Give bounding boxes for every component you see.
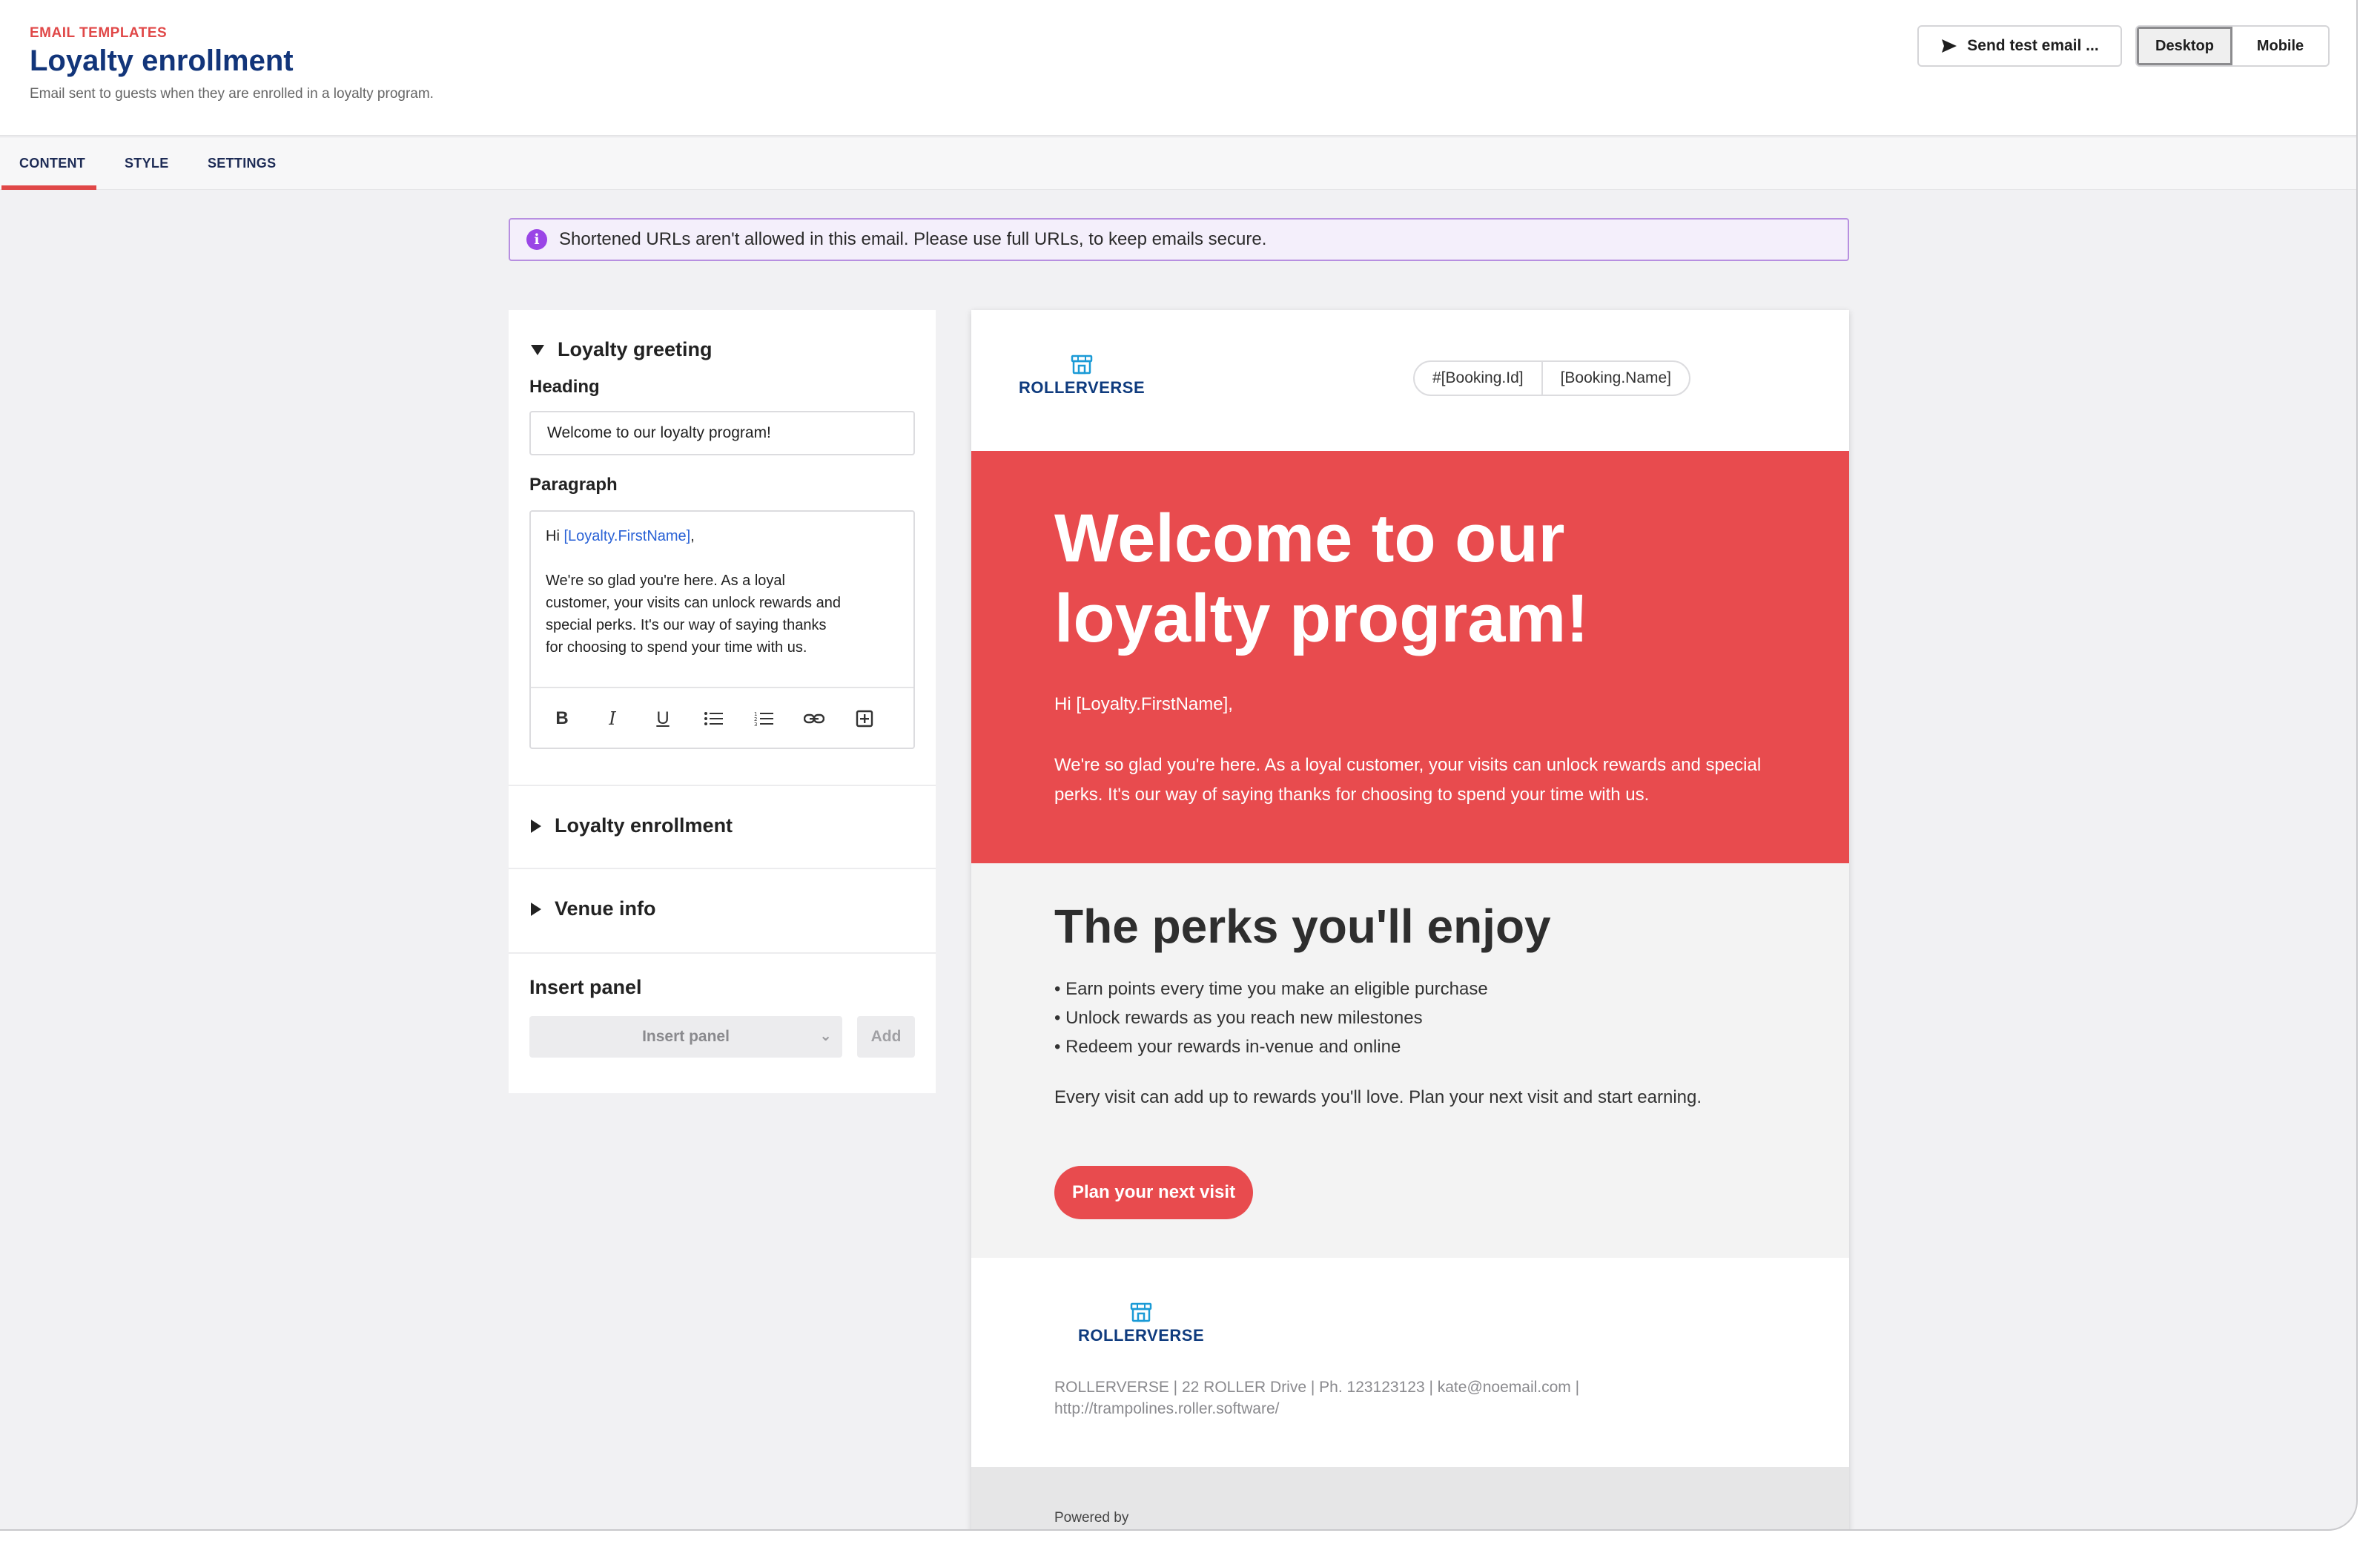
info-icon: i — [526, 229, 547, 250]
brand-name: ROLLERVERSE — [1019, 378, 1146, 397]
page-subtitle: Email sent to guests when they are enrol… — [30, 86, 434, 102]
insert-panel-placeholder: Insert panel — [642, 1028, 730, 1045]
chevron-down-icon: ⌄ — [819, 1028, 832, 1044]
greeting-prefix: Hi — [546, 528, 564, 544]
storefront-icon — [1071, 355, 1093, 375]
send-test-email-button[interactable]: Send test email ... — [1917, 25, 2122, 67]
breadcrumb[interactable]: EMAIL TEMPLATES — [30, 25, 167, 42]
send-icon — [1942, 39, 1957, 53]
mobile-view-button[interactable]: Mobile — [2232, 27, 2328, 65]
paragraph-label: Paragraph — [529, 475, 618, 495]
underline-icon[interactable]: U — [652, 708, 673, 729]
tab-style[interactable]: STYLE — [125, 156, 169, 171]
section-divider — [509, 952, 936, 954]
bulleted-list-icon[interactable] — [703, 708, 724, 729]
add-panel-button[interactable]: Add — [857, 1016, 915, 1058]
hero-section: Welcome to our loyalty program! Hi [Loya… — [971, 451, 1849, 863]
email-preview: ROLLERVERSE #[Booking.Id] [Booking.Name]… — [971, 310, 1849, 1529]
app-window: EMAIL TEMPLATES Loyalty enrollment Email… — [0, 0, 2358, 1531]
desktop-view-button[interactable]: Desktop — [2137, 27, 2232, 65]
list-item: • Redeem your rewards in-venue and onlin… — [1054, 1037, 1401, 1057]
heading-input[interactable]: Welcome to our loyalty program! — [529, 411, 915, 455]
greeting-suffix: , — [690, 528, 695, 544]
tab-content[interactable]: CONTENT — [19, 156, 85, 171]
active-tab-indicator — [1, 185, 96, 190]
brand-name: ROLLERVERSE — [1078, 1326, 1205, 1345]
rich-text-toolbar: B I U 123 — [531, 687, 913, 749]
svg-text:3: 3 — [754, 722, 757, 727]
merge-token[interactable]: [Loyalty.FirstName] — [563, 528, 690, 544]
section-loyalty-greeting[interactable]: Loyalty greeting — [531, 338, 713, 361]
section-title: Loyalty greeting — [558, 338, 713, 360]
brand-logo: ROLLERVERSE — [1019, 355, 1145, 398]
perks-followup: Every visit can add up to rewards you'll… — [1054, 1087, 1702, 1107]
paragraph-text[interactable]: Hi [Loyalty.FirstName], We're so glad yo… — [546, 525, 865, 659]
footer-address: ROLLERVERSE | 22 ROLLER Drive | Ph. 1231… — [1054, 1379, 1580, 1417]
page-title: Loyalty enrollment — [30, 44, 294, 77]
hero-heading: Welcome to our loyalty program! — [1054, 501, 1589, 656]
italic-icon[interactable]: I — [602, 708, 623, 729]
section-divider — [509, 868, 936, 869]
powered-by-band: Powered by — [971, 1467, 1849, 1529]
tab-bar: CONTENT STYLE SETTINGS — [0, 138, 2356, 190]
section-title: Venue info — [555, 897, 656, 920]
view-toggle: Desktop Mobile — [2135, 25, 2330, 67]
paragraph-line: for choosing to spend your time with us. — [546, 639, 807, 656]
caret-right-icon — [531, 902, 541, 916]
section-venue-info[interactable]: Venue info — [531, 897, 656, 920]
link-icon[interactable] — [804, 708, 824, 729]
caret-down-icon — [531, 344, 544, 355]
bold-icon[interactable]: B — [552, 708, 572, 729]
storefront-icon — [1130, 1302, 1152, 1322]
url-notice: i Shortened URLs aren't allowed in this … — [509, 218, 1849, 261]
powered-by-text: Powered by — [1054, 1510, 1129, 1526]
list-item: • Earn points every time you make an eli… — [1054, 979, 1488, 999]
booking-tokens: #[Booking.Id] [Booking.Name] — [1413, 360, 1691, 396]
tab-settings[interactable]: SETTINGS — [208, 156, 276, 171]
email-footer: ROLLERVERSE ROLLERVERSE | 22 ROLLER Driv… — [971, 1258, 1849, 1467]
caret-right-icon — [531, 819, 541, 833]
paragraph-line: We're so glad you're here. As a loyal — [546, 573, 785, 589]
perks-section: The perks you'll enjoy • Earn points eve… — [971, 863, 1849, 1258]
list-item: • Unlock rewards as you reach new milest… — [1054, 1008, 1423, 1028]
insert-panel-label: Insert panel — [529, 976, 642, 998]
insert-panel-select[interactable]: Insert panel ⌄ — [529, 1016, 842, 1058]
heading-label: Heading — [529, 377, 600, 397]
send-test-email-label: Send test email ... — [1967, 37, 2099, 54]
page-header: EMAIL TEMPLATES Loyalty enrollment Email… — [0, 0, 2356, 136]
perks-list: • Earn points every time you make an eli… — [1054, 975, 1488, 1061]
editor-panel: Loyalty greeting Heading Welcome to our … — [509, 310, 936, 1093]
section-loyalty-enrollment[interactable]: Loyalty enrollment — [531, 814, 733, 837]
notice-text: Shortened URLs aren't allowed in this em… — [559, 229, 1267, 249]
section-divider — [509, 785, 936, 786]
section-title: Loyalty enrollment — [555, 814, 733, 837]
insert-block-icon[interactable] — [854, 708, 875, 729]
plan-visit-button[interactable]: Plan your next visit — [1054, 1166, 1254, 1219]
paragraph-line: special perks. It's our way of saying th… — [546, 617, 827, 633]
booking-id-token: #[Booking.Id] — [1432, 369, 1524, 386]
email-header: ROLLERVERSE #[Booking.Id] [Booking.Name] — [971, 310, 1849, 451]
paragraph-editor[interactable]: Hi [Loyalty.FirstName], We're so glad yo… — [529, 510, 915, 749]
hero-greeting: Hi [Loyalty.FirstName], — [1054, 694, 1233, 714]
booking-name-token: [Booking.Name] — [1541, 362, 1689, 395]
paragraph-line: customer, your visits can unlock rewards… — [546, 595, 841, 611]
hero-body: We're so glad you're here. As a loyal cu… — [1054, 755, 1762, 805]
perks-heading: The perks you'll enjoy — [1054, 900, 1551, 953]
footer-logo: ROLLERVERSE — [1078, 1302, 1204, 1345]
numbered-list-icon[interactable]: 123 — [753, 708, 774, 729]
